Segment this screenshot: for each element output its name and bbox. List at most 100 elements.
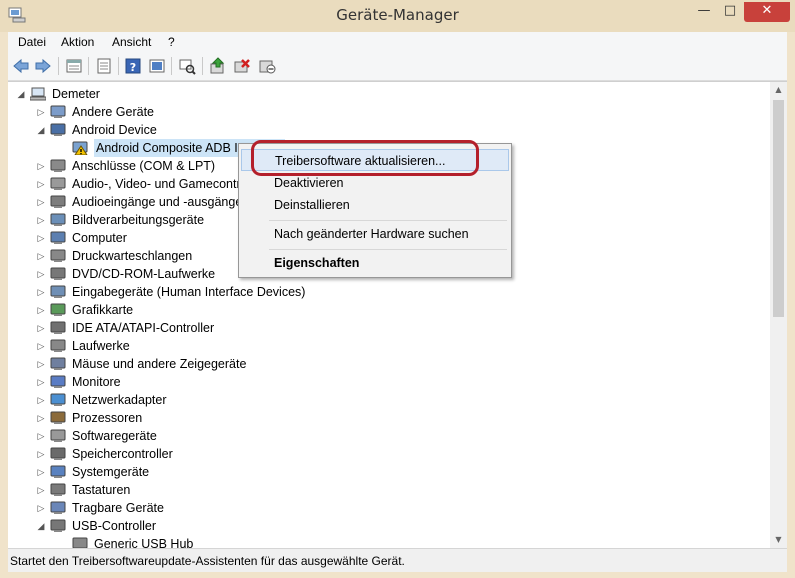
- device-category-icon: [50, 195, 66, 208]
- tree-category-item[interactable]: ◢ USB-Controller: [36, 517, 336, 535]
- expand-arrow-icon[interactable]: ▷: [36, 499, 46, 517]
- title-bar[interactable]: Geräte-Manager — □ ✕: [0, 0, 795, 32]
- menu-bar: Datei Aktion Ansicht ?: [8, 32, 787, 52]
- tree-child-item[interactable]: Generic USB Hub: [68, 535, 368, 548]
- device-manager-window: Geräte-Manager — □ ✕ Datei Aktion Ansich…: [0, 0, 795, 578]
- tree-category-item[interactable]: ▷ Eingabegeräte (Human Interface Devices): [36, 283, 336, 301]
- expand-arrow-icon[interactable]: ▷: [36, 319, 46, 337]
- device-category-icon: [50, 177, 66, 190]
- tree-item-label: Monitore: [72, 375, 121, 389]
- close-button[interactable]: ✕: [744, 2, 790, 22]
- scroll-down-arrow-icon[interactable]: ▼: [770, 532, 787, 548]
- collapse-arrow-icon[interactable]: ◢: [36, 121, 46, 139]
- expand-arrow-icon[interactable]: ▷: [36, 463, 46, 481]
- collapse-arrow-icon[interactable]: ◢: [16, 85, 26, 103]
- back-icon[interactable]: [12, 57, 30, 75]
- tree-category-item[interactable]: ▷ Laufwerke: [36, 337, 336, 355]
- expand-arrow-icon[interactable]: ▷: [36, 301, 46, 319]
- disable-icon[interactable]: [258, 57, 276, 75]
- expand-arrow-icon[interactable]: ▷: [36, 355, 46, 373]
- tree-root-label: Demeter: [52, 87, 100, 101]
- tree-item-label: Systemgeräte: [72, 465, 150, 479]
- tree-item-label: IDE ATA/ATAPI-Controller: [72, 321, 215, 335]
- tree-category-item[interactable]: ▷ Mäuse und andere Zeigegeräte: [36, 355, 336, 373]
- tree-category-item[interactable]: ▷ Andere Geräte: [36, 103, 336, 121]
- menu-item-scan-hardware[interactable]: Nach geänderter Hardware suchen: [241, 223, 509, 245]
- expand-arrow-icon[interactable]: ▷: [36, 265, 46, 283]
- computer-icon: [30, 87, 46, 101]
- menu-help[interactable]: ?: [168, 35, 175, 49]
- tree-item-label: DVD/CD-ROM-Laufwerke: [72, 267, 216, 281]
- tree-category-item[interactable]: ▷ Netzwerkadapter: [36, 391, 336, 409]
- expand-arrow-icon[interactable]: ▷: [36, 229, 46, 247]
- expand-arrow-icon[interactable]: ▷: [36, 157, 46, 175]
- uninstall-icon[interactable]: [233, 57, 251, 75]
- device-category-icon: [50, 519, 66, 532]
- tree-category-item[interactable]: ▷ IDE ATA/ATAPI-Controller: [36, 319, 336, 337]
- expand-arrow-icon[interactable]: ▷: [36, 193, 46, 211]
- minimize-button[interactable]: —: [690, 2, 718, 22]
- menu-item-uninstall[interactable]: Deinstallieren: [241, 194, 509, 216]
- maximize-button[interactable]: □: [716, 2, 744, 22]
- status-text: Startet den Treibersoftwareupdate-Assist…: [10, 554, 405, 568]
- device-category-icon: [50, 123, 66, 136]
- expand-arrow-icon[interactable]: ▷: [36, 247, 46, 265]
- expand-arrow-icon[interactable]: ▷: [36, 337, 46, 355]
- help-icon[interactable]: ?: [124, 57, 142, 75]
- expand-arrow-icon[interactable]: ▷: [36, 481, 46, 499]
- menu-datei[interactable]: Datei: [18, 35, 46, 49]
- toolbar: ?: [8, 52, 787, 81]
- forward-icon[interactable]: [34, 57, 52, 75]
- status-bar: Startet den Treibersoftwareupdate-Assist…: [8, 548, 787, 572]
- tree-item-label: Tastaturen: [72, 483, 131, 497]
- tree-category-item[interactable]: ▷ Softwaregeräte: [36, 427, 336, 445]
- expand-arrow-icon[interactable]: ▷: [36, 427, 46, 445]
- tree-category-item[interactable]: ◢ Android Device: [36, 121, 336, 139]
- toolbar-separator: [118, 57, 119, 75]
- tree-item-label: Andere Geräte: [72, 105, 154, 119]
- tree-item-label: Grafikkarte: [72, 303, 134, 317]
- vertical-scrollbar[interactable]: ▲ ▼: [770, 82, 787, 548]
- tree-category-item[interactable]: ▷ Speichercontroller: [36, 445, 336, 463]
- tree-item-label: Softwaregeräte: [72, 429, 157, 443]
- device-category-icon: [50, 339, 66, 352]
- expand-arrow-icon[interactable]: ▷: [36, 391, 46, 409]
- expand-arrow-icon[interactable]: ▷: [36, 283, 46, 301]
- expand-arrow-icon[interactable]: ▷: [36, 409, 46, 427]
- collapse-arrow-icon[interactable]: ◢: [36, 517, 46, 535]
- device-category-icon: [50, 321, 66, 334]
- tree-category-item[interactable]: ▷ Systemgeräte: [36, 463, 336, 481]
- expand-arrow-icon[interactable]: ▷: [36, 445, 46, 463]
- tree-item-label: Android Device: [72, 123, 157, 137]
- expand-arrow-icon[interactable]: ▷: [36, 103, 46, 121]
- tree-item-label: Mäuse und andere Zeigegeräte: [72, 357, 247, 371]
- tree-item-label: Druckwarteschlangen: [72, 249, 193, 263]
- expand-arrow-icon[interactable]: ▷: [36, 175, 46, 193]
- tree-category-item[interactable]: ▷ Monitore: [36, 373, 336, 391]
- toolbar-separator: [171, 57, 172, 75]
- scroll-up-arrow-icon[interactable]: ▲: [770, 82, 787, 98]
- expand-arrow-icon[interactable]: ▷: [36, 373, 46, 391]
- toolbar-separator: [202, 57, 203, 75]
- tree-item-label: Anschlüsse (COM & LPT): [72, 159, 216, 173]
- menu-item-properties[interactable]: Eigenschaften: [241, 252, 509, 274]
- device-category-icon: [50, 249, 66, 262]
- tree-root[interactable]: ◢ Demeter: [16, 85, 216, 103]
- scrollbar-thumb[interactable]: [773, 100, 784, 317]
- tree-category-item[interactable]: ▷ Tragbare Geräte: [36, 499, 336, 517]
- tree-category-item[interactable]: ▷ Tastaturen: [36, 481, 336, 499]
- tree-category-item[interactable]: ▷ Prozessoren: [36, 409, 336, 427]
- properties-sheet-icon[interactable]: [65, 57, 83, 75]
- menu-aktion[interactable]: Aktion: [61, 35, 94, 49]
- scan-hardware-icon[interactable]: [178, 57, 196, 75]
- view-icon[interactable]: [95, 57, 113, 75]
- expand-arrow-icon[interactable]: ▷: [36, 211, 46, 229]
- device-warning-icon: [72, 141, 88, 155]
- tree-category-item[interactable]: ▷ Grafikkarte: [36, 301, 336, 319]
- device-category-icon: [50, 159, 66, 172]
- toolbar-separator: [88, 57, 89, 75]
- menu-ansicht[interactable]: Ansicht: [112, 35, 151, 49]
- device-view-icon[interactable]: [148, 57, 166, 75]
- update-driver-icon[interactable]: [209, 57, 227, 75]
- tree-item-label: Speichercontroller: [72, 447, 173, 461]
